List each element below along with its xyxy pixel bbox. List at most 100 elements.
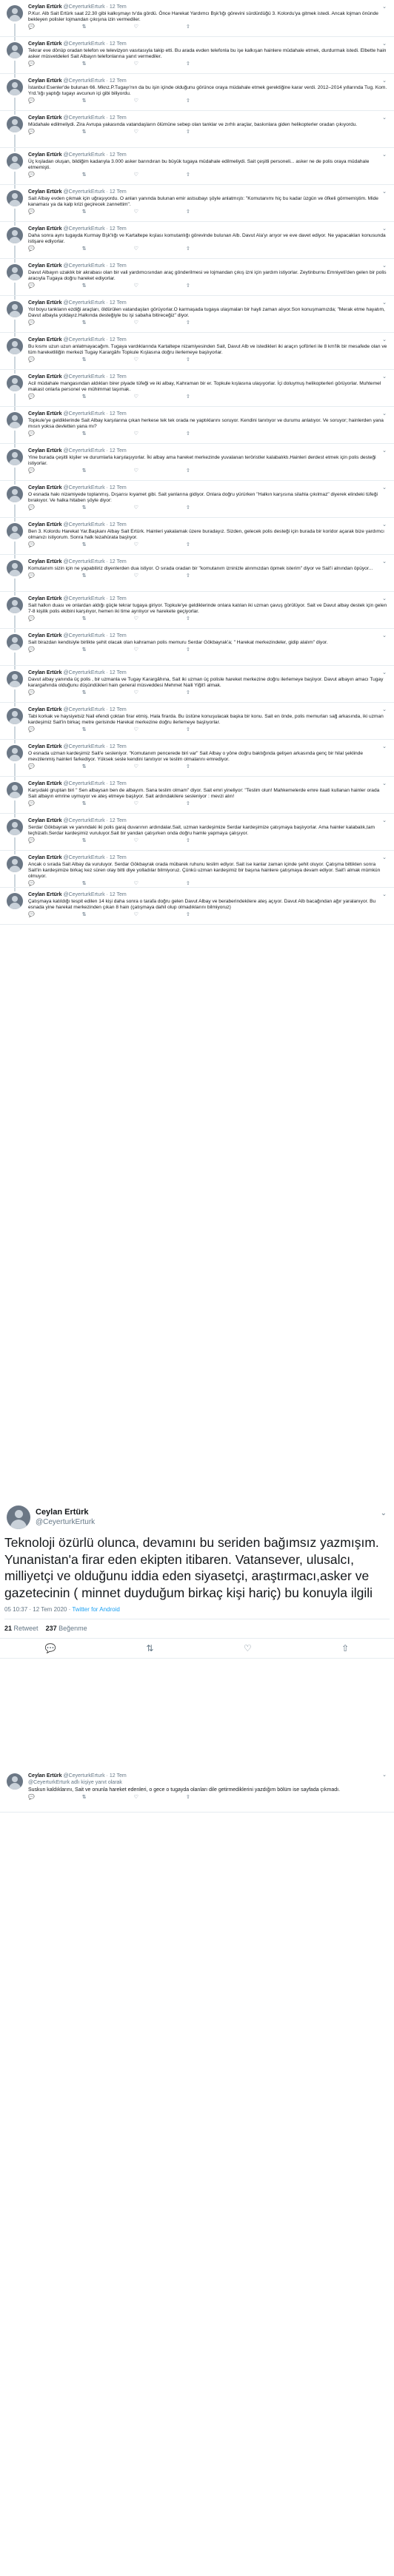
avatar[interactable] [7,782,23,798]
thread-tweet[interactable]: ⌄ Ceylan Ertürk @CeyerturkErturk · 12 Tem… [0,518,394,559]
author-name[interactable]: Ceylan Ertürk [28,189,62,195]
author-handle[interactable]: @CeyerturkErturk [63,189,104,195]
reply-icon[interactable]: 💬 [28,573,35,579]
author-handle[interactable]: @CeyerturkErturk [63,892,104,897]
retweet-icon[interactable]: ⇅ [82,468,87,474]
chevron-down-icon[interactable]: ⌄ [382,300,387,306]
reply-icon[interactable]: 💬 [28,246,35,252]
thread-tweet[interactable]: ⌄ Ceylan Ertürk @CeyerturkErturk · 12 Tem… [0,37,394,78]
avatar[interactable] [7,893,23,909]
tweet-date[interactable]: 12 Tem [110,781,127,786]
author-handle[interactable]: @CeyerturkErturk [63,78,104,84]
retweet-icon[interactable]: ⇅ [82,24,87,30]
thread-tweet[interactable]: ⌄ Ceylan Ertürk @CeyerturkErturk · 12 Tem… [0,592,394,633]
tweet-date[interactable]: 12 Tem [110,892,127,897]
author-name[interactable]: Ceylan Ertürk [28,411,62,417]
author-name[interactable]: Ceylan Ertürk [28,337,62,343]
chevron-down-icon[interactable]: ⌄ [382,780,387,786]
author-handle[interactable]: @CeyerturkErturk [63,115,104,121]
thread-tweet[interactable]: ⌄ Ceylan Ertürk @CeyerturkErturk · 12 Tem… [0,111,394,152]
tweet-date[interactable]: 12 Tem [110,670,127,675]
reply-tweet[interactable]: ⌄ Ceylan Ertürk @CeyerturkErturk · 12 Tem… [0,1768,394,1813]
author-name[interactable]: Ceylan Ertürk [28,596,62,601]
author-name[interactable]: Ceylan Ertürk [28,707,62,712]
chevron-down-icon[interactable]: ⌄ [382,744,387,749]
reply-icon[interactable]: 💬 [45,1643,56,1653]
chevron-down-icon[interactable]: ⌄ [382,633,387,638]
tweet-date[interactable]: 12 Tem [110,226,127,232]
thread-tweet[interactable]: ⌄ Ceylan Ertürk @CeyerturkErturk · 12 Tem… [0,333,394,374]
author-name[interactable]: Ceylan Ertürk [28,485,62,490]
reply-icon[interactable]: 💬 [28,209,35,215]
retweet-icon[interactable]: ⇅ [146,1643,153,1653]
author-name[interactable]: Ceylan Ertürk [28,448,62,454]
retweet-icon[interactable]: ⇅ [82,394,87,400]
retweet-icon[interactable]: ⇅ [82,690,87,696]
author-name[interactable]: Ceylan Ertürk [28,818,62,823]
tweet-date[interactable]: 12 Tem [110,337,127,343]
author-handle[interactable]: @CeyerturkErturk [63,300,104,306]
reply-icon[interactable]: 💬 [28,357,35,363]
thread-tweet[interactable]: ⌄ Ceylan Ertürk @CeyerturkErturk · 12 Tem… [0,777,394,817]
retweet-icon[interactable]: ⇅ [82,912,87,918]
heart-icon[interactable]: ♡ [134,801,138,807]
chevron-down-icon[interactable]: ⌄ [382,4,387,10]
avatar[interactable] [7,560,23,576]
chevron-down-icon[interactable]: ⌄ [382,596,387,601]
heart-icon[interactable]: ♡ [134,246,138,252]
tweet-time[interactable]: 05 10:37 · 12 Tem 2020 · [4,1606,70,1613]
avatar[interactable] [7,153,23,169]
chevron-down-icon[interactable]: ⌄ [382,485,387,490]
share-icon[interactable]: ⇧ [186,357,190,363]
reply-icon[interactable]: 💬 [28,838,35,844]
tweet-date[interactable]: 12 Tem [110,707,127,712]
retweet-label[interactable]: Retweet [14,1625,39,1632]
retweet-icon[interactable]: ⇅ [82,246,87,252]
author-name[interactable]: Ceylan Ertürk [28,78,62,84]
author-name[interactable]: Ceylan Ertürk [28,374,62,380]
heart-icon[interactable]: ♡ [134,647,138,653]
chevron-down-icon[interactable]: ⌄ [382,854,387,860]
retweet-icon[interactable]: ⇅ [82,616,87,622]
tweet-date[interactable]: 12 Tem [110,1773,127,1778]
tweet-date[interactable]: 12 Tem [110,633,127,638]
chevron-down-icon[interactable]: ⌄ [382,263,387,269]
share-icon[interactable]: ⇧ [186,61,190,67]
retweet-icon[interactable]: ⇅ [82,764,87,770]
author-handle[interactable]: @CeyerturkErturk [63,374,104,380]
avatar[interactable] [7,412,23,428]
thread-tweet[interactable]: ⌄ Ceylan Ertürk @CeyerturkErturk · 12 Tem… [0,740,394,780]
retweet-icon[interactable]: ⇅ [82,209,87,215]
share-icon[interactable]: ⇧ [186,172,190,178]
heart-icon[interactable]: ♡ [134,320,138,326]
tweet-date[interactable]: 12 Tem [110,115,127,121]
chevron-down-icon[interactable]: ⌄ [382,411,387,417]
chevron-down-icon[interactable]: ⌄ [382,189,387,195]
retweet-icon[interactable]: ⇅ [82,61,87,67]
retweet-icon[interactable]: ⇅ [82,98,87,104]
thread-tweet[interactable]: ⌄ Ceylan Ertürk @CeyerturkErturk · 12 Tem… [0,259,394,300]
heart-icon[interactable]: ♡ [134,616,138,622]
like-count[interactable]: 237 [46,1625,57,1632]
reply-icon[interactable]: 💬 [28,616,35,622]
tweet-date[interactable]: 12 Tem [110,448,127,454]
heart-icon[interactable]: ♡ [134,838,138,844]
chevron-down-icon[interactable]: ⌄ [382,1772,387,1778]
tweet-date[interactable]: 12 Tem [110,300,127,306]
avatar[interactable] [7,301,23,317]
avatar[interactable] [7,745,23,761]
chevron-down-icon[interactable]: ⌄ [382,670,387,675]
chevron-down-icon[interactable]: ⌄ [382,115,387,121]
heart-icon[interactable]: ♡ [134,283,138,289]
reply-icon[interactable]: 💬 [28,647,35,653]
tweet-date[interactable]: 12 Tem [110,189,127,195]
heart-icon[interactable]: ♡ [134,468,138,474]
avatar[interactable] [7,1773,23,1790]
avatar[interactable] [7,190,23,206]
thread-tweet[interactable]: ⌄ Ceylan Ertürk @CeyerturkErturk · 12 Tem… [0,407,394,448]
heart-icon[interactable]: ♡ [134,542,138,548]
retweet-icon[interactable]: ⇅ [82,542,87,548]
avatar[interactable] [7,597,23,613]
author-handle[interactable]: @CeyerturkErturk [63,263,104,269]
heart-icon[interactable]: ♡ [134,357,138,363]
